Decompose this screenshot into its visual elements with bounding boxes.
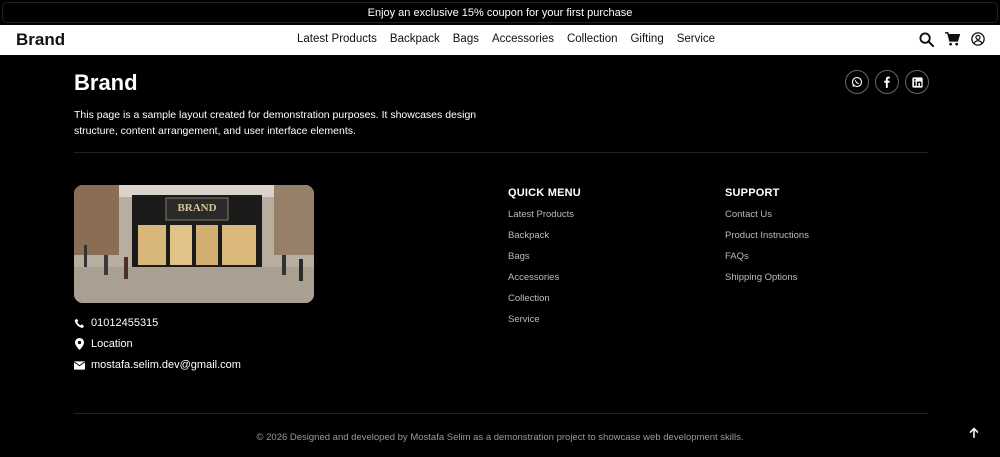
support-item[interactable]: Contact Us [725, 209, 809, 221]
quick-menu-list: Latest Products Backpack Bags Accessorie… [508, 209, 574, 326]
envelope-icon [74, 360, 85, 371]
store-front-image: BRAND [74, 185, 314, 303]
support-item[interactable]: Product Instructions [725, 230, 809, 242]
nav-link-accessories[interactable]: Accessories [492, 33, 554, 45]
quick-menu-item[interactable]: Accessories [508, 272, 574, 284]
cart-icon[interactable] [944, 31, 960, 47]
promo-banner: Enjoy an exclusive 15% coupon for your f… [2, 2, 998, 23]
quick-menu-item[interactable]: Collection [508, 293, 574, 305]
phone-number[interactable]: 01012455315 [91, 317, 158, 329]
facebook-icon[interactable] [875, 70, 899, 94]
nav-link-collection[interactable]: Collection [567, 33, 618, 45]
promo-text: Enjoy an exclusive 15% coupon for your f… [367, 6, 633, 19]
footer-divider-bottom [74, 413, 928, 414]
social-links [845, 70, 929, 94]
nav-brand-logo[interactable]: Brand [16, 30, 65, 50]
copyright-text: © 2026 Designed and developed by Mostafa… [256, 432, 744, 443]
footer-brand: Brand [74, 70, 138, 95]
support-item[interactable]: Shipping Options [725, 272, 809, 284]
quick-menu-item[interactable]: Backpack [508, 230, 574, 242]
contact-email: mostafa.selim.dev@gmail.com [74, 359, 241, 371]
support-list: Contact Us Product Instructions FAQs Shi… [725, 209, 809, 284]
linkedin-icon[interactable] [905, 70, 929, 94]
user-icon[interactable] [970, 31, 986, 47]
search-icon[interactable] [918, 31, 934, 47]
quick-menu-item[interactable]: Latest Products [508, 209, 574, 221]
footer-divider-top [74, 152, 928, 153]
nav-link-backpack[interactable]: Backpack [390, 33, 440, 45]
arrow-up-icon [969, 427, 979, 438]
nav-links: Latest Products Backpack Bags Accessorie… [297, 33, 715, 45]
whatsapp-icon[interactable] [845, 70, 869, 94]
nav-icons [918, 31, 986, 47]
top-navbar: Brand Latest Products Backpack Bags Acce… [0, 25, 1000, 55]
location-pin-icon [74, 338, 85, 350]
support-item[interactable]: FAQs [725, 251, 809, 263]
contact-location: Location [74, 338, 133, 350]
quick-menu-item[interactable]: Bags [508, 251, 574, 263]
nav-link-latest-products[interactable]: Latest Products [297, 33, 377, 45]
footer-description: This page is a sample layout created for… [74, 109, 477, 137]
nav-link-gifting[interactable]: Gifting [630, 33, 663, 45]
support-title: SUPPORT [725, 187, 780, 199]
quick-menu-title: QUICK MENU [508, 187, 581, 199]
quick-menu-item[interactable]: Service [508, 314, 574, 326]
nav-link-bags[interactable]: Bags [453, 33, 479, 45]
email-address[interactable]: mostafa.selim.dev@gmail.com [91, 359, 241, 371]
store-sign-text: BRAND [177, 202, 216, 214]
contact-phone: 01012455315 [74, 317, 158, 329]
back-to-top-button[interactable] [966, 424, 982, 440]
location-text[interactable]: Location [91, 338, 133, 350]
phone-icon [74, 318, 85, 329]
nav-link-service[interactable]: Service [677, 33, 715, 45]
